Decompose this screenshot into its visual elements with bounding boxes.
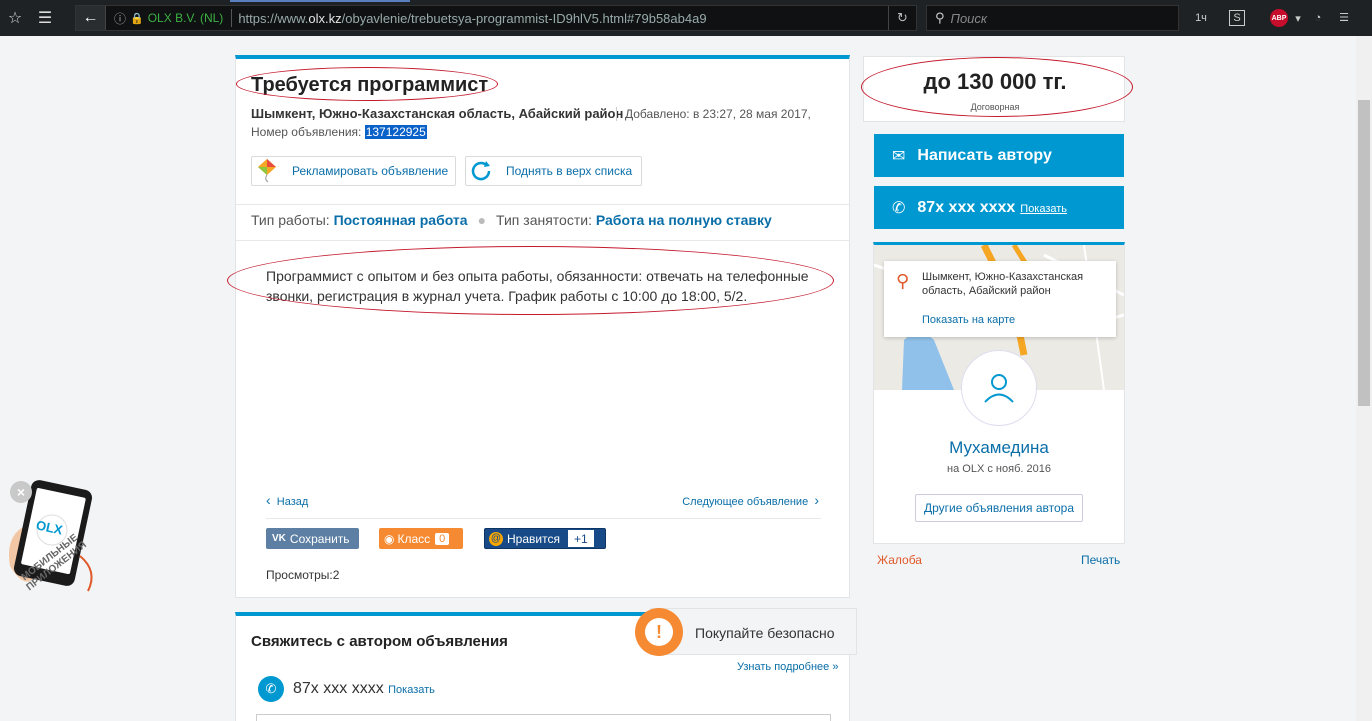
vk-icon: VK <box>272 533 286 544</box>
show-phone-button[interactable]: ✆ 87x xxx xxxx Показать <box>874 186 1124 229</box>
divider <box>236 240 849 241</box>
bookmark-star-icon[interactable]: ☆ <box>0 0 30 36</box>
ok-icon: ◉ <box>384 531 395 546</box>
ok-count: 0 <box>435 532 450 545</box>
search-input[interactable]: ⚲ Поиск <box>926 5 1179 31</box>
seller-since: на OLX с нояб. 2016 <box>947 463 1051 475</box>
learn-more-link[interactable]: Узнать подробнее » <box>737 661 838 673</box>
site-owner: OLX B.V. (NL) <box>147 11 224 25</box>
timer-extension-icon[interactable]: 1ч <box>1191 8 1211 28</box>
info-icon[interactable]: ⓘ <box>114 10 126 27</box>
mailru-count: +1 <box>567 530 594 547</box>
other-ads-button[interactable]: Другие объявления автора <box>915 494 1083 522</box>
promote-button[interactable]: Рекламировать объявление <box>251 156 456 186</box>
ad-added-date: Добавлено: в 23:27, 28 мая 2017, <box>616 107 811 121</box>
mobile-apps-promo[interactable]: OLX × МОБИЛЬНЫЕ ПРИЛОЖЕНИЯ <box>0 476 110 651</box>
write-author-button[interactable]: ✉ Написать автору <box>874 134 1124 177</box>
complaint-link[interactable]: Жалоба <box>877 553 922 567</box>
kite-icon <box>252 157 282 185</box>
ad-number: Номер объявления: 137122925 <box>251 125 427 139</box>
contact-phone: 87x xxx xxxx Показать <box>293 680 435 697</box>
ad-location: Шымкент, Южно-Казахстанская область, Аба… <box>251 106 624 121</box>
price-note: Договорная <box>970 102 1020 112</box>
promote-label: Рекламировать объявление <box>292 164 449 178</box>
refresh-icon <box>466 157 496 185</box>
address-card: ⚲ Шымкент, Южно-Казахстанская область, А… <box>884 261 1116 337</box>
phone-icon: ✆ <box>258 676 284 702</box>
ad-card: Требуется программист Шымкент, Южно-Каза… <box>235 55 850 598</box>
employment-link[interactable]: Работа на полную ставку <box>596 212 772 228</box>
prev-ad-link[interactable]: ‹ Назад <box>266 492 308 508</box>
warning-icon: ! <box>635 608 683 656</box>
reload-icon[interactable]: ↻ <box>888 6 916 30</box>
adblock-icon[interactable]: ABP <box>1270 9 1288 27</box>
menu-icon[interactable]: ☰ <box>1334 7 1354 27</box>
next-ad-link[interactable]: Следующее объявление › <box>682 492 819 508</box>
job-type-link[interactable]: Постоянная работа <box>334 212 468 228</box>
search-icon: ⚲ <box>935 10 945 25</box>
ad-title: Требуется программист <box>251 74 489 96</box>
url-text[interactable]: https://www.olx.kz/obyavlenie/trebuetsya… <box>238 11 706 26</box>
views-counter: Просмотры:2 <box>266 568 340 582</box>
back-arrow-icon[interactable]: ← <box>76 6 106 30</box>
ad-description: Программист с опытом и без опыта работы,… <box>266 268 809 304</box>
adblock-dropdown-icon[interactable]: ▾ <box>1288 8 1308 28</box>
show-phone-link[interactable]: Показать <box>1020 203 1067 215</box>
mailru-like-button[interactable]: @ Нравится +1 <box>484 528 606 549</box>
address-bar[interactable]: ← ⓘ 🔒 OLX B.V. (NL) https://www.olx.kz/o… <box>75 5 917 31</box>
price: до 130 000 тг. <box>923 69 1067 94</box>
url-separator <box>231 9 233 27</box>
map-pin-icon: ⚲ <box>896 271 910 291</box>
ad-number-value[interactable]: 137122925 <box>364 125 427 139</box>
lock-icon: 🔒 <box>130 12 144 25</box>
active-tab-indicator <box>230 0 410 2</box>
avatar[interactable] <box>961 350 1037 426</box>
scrollbar-thumb[interactable] <box>1358 100 1370 406</box>
price-box: до 130 000 тг. Договорная <box>863 56 1125 122</box>
extension-icon[interactable]: ◔ <box>1308 8 1328 28</box>
show-on-map-link[interactable]: Показать на карте <box>922 314 1015 326</box>
user-icon <box>984 374 1014 403</box>
screenshot-extension-icon[interactable]: S <box>1229 10 1245 26</box>
job-meta: Тип работы: Постоянная работа ● Тип занято… <box>251 212 772 228</box>
raise-label: Поднять в верх списка <box>506 164 633 178</box>
phone-icon: ✆ <box>892 199 906 217</box>
page-scrollbar[interactable] <box>1356 36 1372 721</box>
ok-share-button[interactable]: ◉ Класс 0 <box>379 528 463 549</box>
raise-button[interactable]: Поднять в верх списка <box>465 156 642 186</box>
envelope-icon: ✉ <box>892 147 906 165</box>
mailru-icon: @ <box>489 531 503 546</box>
close-icon[interactable]: × <box>10 481 32 503</box>
seller-card: ⚲ Шымкент, Южно-Казахстанская область, А… <box>873 242 1125 544</box>
address-text: Шымкент, Южно-Казахстанская область, Аба… <box>922 271 1084 297</box>
reader-view-icon[interactable]: ☰ <box>30 0 60 36</box>
seller-name[interactable]: Мухамедина <box>874 438 1124 458</box>
message-field[interactable] <box>256 714 831 721</box>
show-phone-link[interactable]: Показать <box>388 684 435 696</box>
vk-share-button[interactable]: VK Сохранить <box>266 528 359 549</box>
divider <box>236 204 849 205</box>
contact-title: Свяжитесь с автором объявления <box>251 633 508 650</box>
search-placeholder: Поиск <box>950 10 988 26</box>
safe-buy-label: Покупайте безопасно <box>695 625 835 641</box>
divider <box>266 518 821 519</box>
print-link[interactable]: Печать <box>1081 553 1120 567</box>
